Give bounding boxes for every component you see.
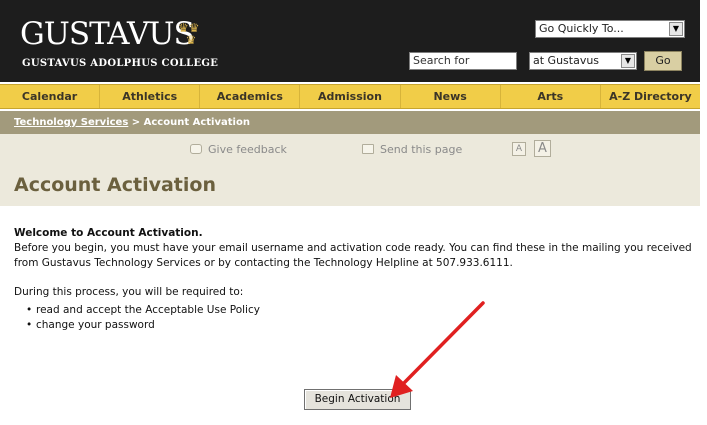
logo-subtitle: GUSTAVUS ADOLPHUS COLLEGE	[22, 58, 219, 69]
page-tools-bar: Give feedback Send this page A A Account…	[0, 134, 700, 206]
give-feedback-link[interactable]: Give feedback	[190, 143, 287, 156]
speech-bubble-icon	[190, 144, 202, 154]
search-scope-value: at Gustavus	[533, 54, 600, 67]
send-page-link[interactable]: Send this page	[362, 143, 462, 156]
send-page-label: Send this page	[380, 143, 463, 156]
chevron-down-icon: ▼	[621, 54, 635, 68]
search-input[interactable]: Search for	[409, 52, 517, 70]
main-content: Welcome to Account Activation. Before yo…	[14, 226, 700, 333]
give-feedback-label: Give feedback	[208, 143, 287, 156]
chevron-down-icon: ▼	[669, 22, 683, 36]
site-header: GUSTAVUS ♛♛ ♛ GUSTAVUS ADOLPHUS COLLEGE …	[0, 0, 700, 82]
logo-wordmark: GUSTAVUS	[20, 16, 195, 52]
breadcrumb-current: Account Activation	[143, 117, 250, 128]
requirements-list: read and accept the Acceptable Use Polic…	[26, 303, 700, 333]
nav-arts[interactable]: Arts	[501, 85, 601, 108]
search-scope-select[interactable]: at Gustavus ▼	[529, 52, 637, 70]
go-button[interactable]: Go	[644, 51, 682, 71]
nav-academics[interactable]: Academics	[200, 85, 301, 108]
nav-admission[interactable]: Admission	[300, 85, 401, 108]
nav-a-z-directory[interactable]: A-Z Directory	[601, 85, 700, 108]
go-quickly-select[interactable]: Go Quickly To... ▼	[535, 20, 685, 38]
text-size-large-button[interactable]: A	[534, 140, 551, 157]
nav-athletics[interactable]: Athletics	[100, 85, 201, 108]
list-item: change your password	[26, 318, 700, 333]
crowns-icon: ♛♛ ♛	[178, 21, 200, 47]
envelope-icon	[362, 144, 374, 154]
breadcrumb-separator: >	[128, 117, 144, 128]
process-intro: During this process, you will be require…	[14, 286, 244, 298]
nav-news[interactable]: News	[401, 85, 501, 108]
nav-calendar[interactable]: Calendar	[0, 85, 101, 108]
intro-text: Before you begin, you must have your ema…	[14, 242, 692, 269]
breadcrumb-technology-services-link[interactable]: Technology Services	[14, 117, 128, 128]
gustavus-logo[interactable]: GUSTAVUS ♛♛ ♛ GUSTAVUS ADOLPHUS COLLEGE	[20, 16, 218, 69]
list-item: read and accept the Acceptable Use Polic…	[26, 303, 700, 318]
welcome-heading: Welcome to Account Activation.	[14, 227, 203, 239]
begin-activation-button[interactable]: Begin Activation	[304, 389, 411, 410]
main-nav: Calendar Athletics Academics Admission N…	[0, 84, 700, 109]
page-title: Account Activation	[14, 174, 216, 196]
text-size-small-button[interactable]: A	[512, 142, 526, 156]
go-quickly-value: Go Quickly To...	[539, 22, 624, 35]
breadcrumb: Technology Services > Account Activation	[0, 111, 700, 134]
